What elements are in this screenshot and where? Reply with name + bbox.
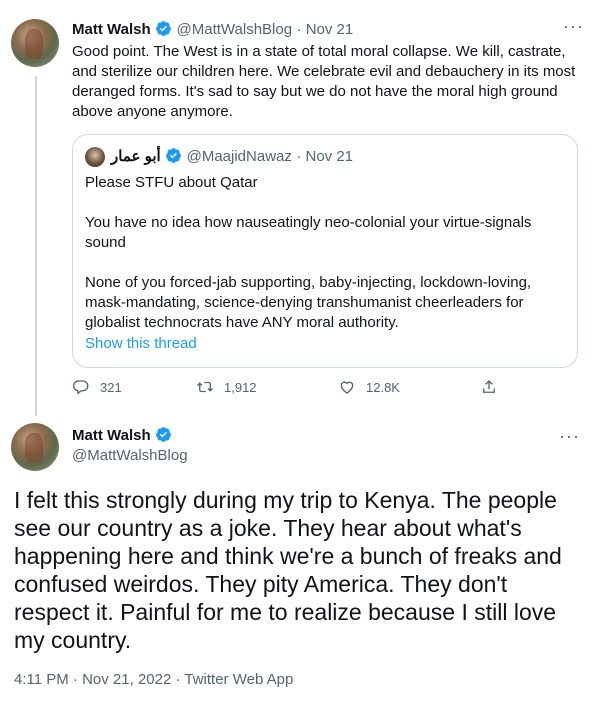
separator-dot: · — [296, 148, 306, 165]
retweet-button[interactable]: 1,912 — [196, 378, 257, 396]
more-dots-icon[interactable]: ··· — [563, 16, 584, 37]
author-name[interactable]: Matt Walsh — [72, 427, 151, 444]
quoted-avatar[interactable] — [85, 147, 105, 167]
like-button[interactable]: 12.8K — [338, 378, 400, 396]
quoted-tweet-header: أبو عمار @MaajidNawaz · Nov 21 — [111, 147, 353, 166]
more-dots-icon[interactable]: ··· — [559, 426, 580, 447]
share-icon — [483, 380, 495, 393]
author-handle[interactable]: @MattWalshBlog — [177, 21, 293, 38]
quoted-author-handle[interactable]: @MaajidNawaz — [187, 148, 292, 165]
tweet-date[interactable]: Nov 21 — [306, 21, 354, 38]
tweet-actions-bar: 321 1,912 12.8K — [72, 378, 495, 402]
author-name[interactable]: Matt Walsh — [72, 21, 151, 38]
author-handle[interactable]: @MattWalshBlog — [72, 447, 188, 464]
verified-badge-icon — [156, 21, 172, 36]
tweet-timestamp[interactable]: 4:11 PM · Nov 21, 2022 · Twitter Web App — [14, 671, 293, 688]
main-tweet-text: I felt this strongly during my trip to K… — [14, 487, 562, 653]
tweet-text: Good point. The West is in a state of to… — [72, 43, 576, 120]
like-count: 12.8K — [366, 379, 400, 395]
quoted-paragraph: None of you forced-jab supporting, baby-… — [85, 274, 532, 331]
reply-icon — [72, 380, 89, 395]
heart-icon — [340, 381, 354, 394]
quoted-tweet-text: Please STFU about Qatar You have no idea… — [85, 173, 565, 353]
quoted-author-name[interactable]: أبو عمار — [111, 148, 161, 165]
reply-button[interactable]: 321 — [72, 378, 122, 396]
quoted-paragraph: You have no idea how nauseatingly neo-co… — [85, 214, 532, 251]
tweet-header: Matt Walsh @MattWalshBlog · Nov 21 — [72, 20, 353, 39]
quoted-tweet-date[interactable]: Nov 21 — [306, 148, 354, 165]
show-thread-link[interactable]: Show this thread — [85, 335, 197, 352]
verified-badge-icon — [156, 427, 172, 442]
tweet-header: Matt Walsh — [72, 426, 172, 445]
verified-badge-icon — [166, 148, 182, 163]
retweet-icon — [197, 381, 213, 393]
separator-dot: · — [296, 21, 306, 38]
quoted-tweet-card[interactable]: أبو عمار @MaajidNawaz · Nov 21 Please ST… — [72, 134, 578, 368]
quoted-paragraph: Please STFU about Qatar — [85, 174, 258, 191]
retweet-count: 1,912 — [224, 379, 257, 395]
share-button[interactable] — [480, 378, 498, 396]
avatar[interactable] — [11, 19, 59, 67]
reply-count: 321 — [100, 379, 122, 395]
avatar[interactable] — [11, 423, 59, 471]
thread-connector-line — [35, 76, 37, 416]
